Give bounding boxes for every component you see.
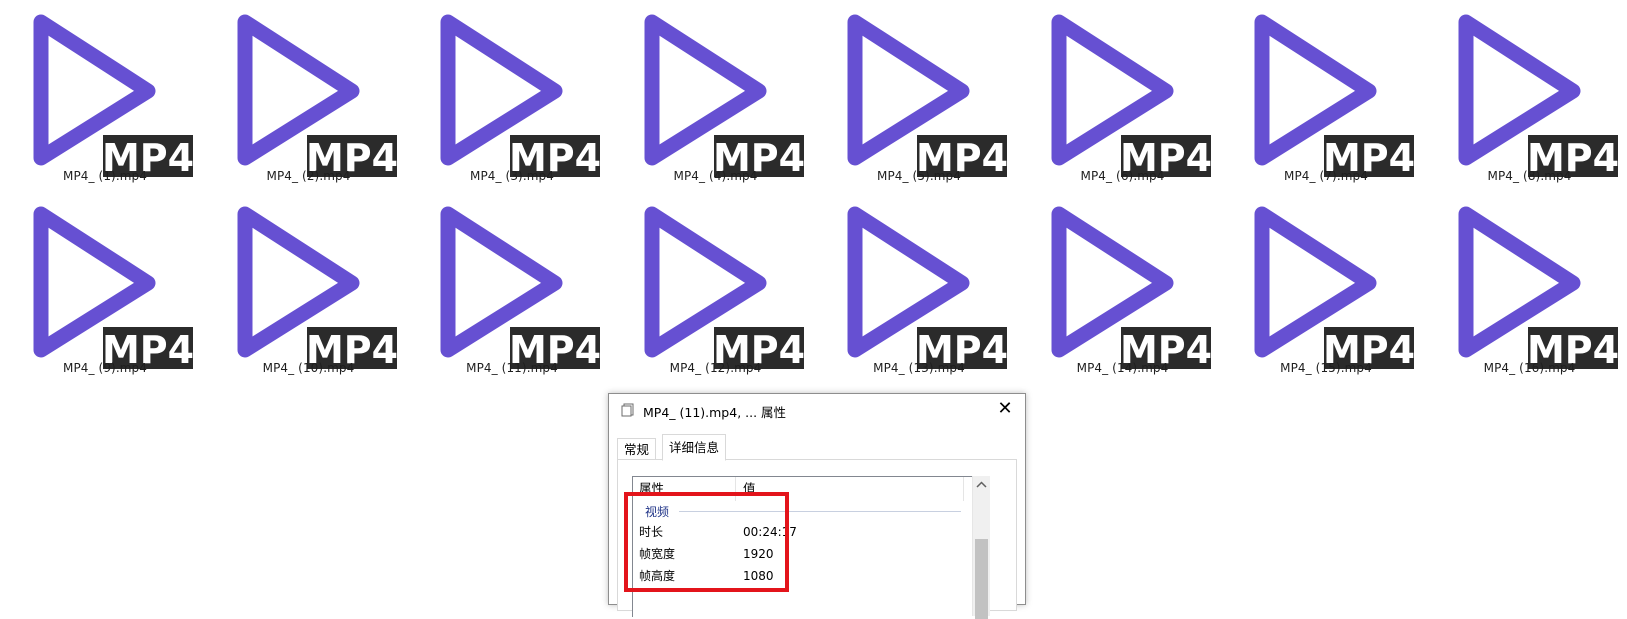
property-key: 帧高度 <box>639 565 675 587</box>
property-key: 帧宽度 <box>639 543 675 565</box>
file-name-label: MP4_ (1).mp4 <box>5 169 205 183</box>
property-row[interactable]: 帧高度 1080 <box>633 565 973 587</box>
file-name-label: MP4_ (3).mp4 <box>412 169 612 183</box>
file-item[interactable]: MP4MP4_ (9).mp4 <box>5 192 205 382</box>
close-button[interactable]: ✕ <box>985 394 1025 424</box>
file-name-label: MP4_ (4).mp4 <box>616 169 816 183</box>
file-item[interactable]: MP4MP4_ (16).mp4 <box>1430 192 1627 382</box>
vertical-scrollbar[interactable] <box>972 476 990 616</box>
play-triangle-icon: MP4 <box>5 192 205 372</box>
file-item[interactable]: MP4MP4_ (12).mp4 <box>616 192 816 382</box>
file-name-label: MP4_ (16).mp4 <box>1430 361 1627 375</box>
play-triangle-icon: MP4 <box>209 192 409 372</box>
chevron-up-icon[interactable] <box>976 480 987 490</box>
property-value: 1080 <box>743 565 774 587</box>
file-item[interactable]: MP4MP4_ (11).mp4 <box>412 192 612 382</box>
dialog-title: MP4_ (11).mp4, ... 属性 <box>643 402 786 421</box>
play-triangle-icon: MP4 <box>616 192 816 372</box>
file-item[interactable]: MP4MP4_ (3).mp4 <box>412 0 612 190</box>
file-item[interactable]: MP4MP4_ (13).mp4 <box>819 192 1019 382</box>
file-item[interactable]: MP4MP4_ (2).mp4 <box>209 0 409 190</box>
play-triangle-icon: MP4 <box>1226 192 1426 372</box>
file-name-label: MP4_ (10).mp4 <box>209 361 409 375</box>
file-name-label: MP4_ (5).mp4 <box>819 169 1019 183</box>
column-header-value[interactable]: 值 <box>743 477 964 501</box>
file-name-label: MP4_ (14).mp4 <box>1023 361 1223 375</box>
file-item[interactable]: MP4MP4_ (8).mp4 <box>1430 0 1627 190</box>
details-panel: 属性 值 视频 时长 00:24:17 帧宽度 1920 帧高度 1080 <box>617 459 1017 611</box>
group-divider <box>679 511 961 512</box>
file-name-label: MP4_ (15).mp4 <box>1226 361 1426 375</box>
file-item[interactable]: MP4MP4_ (7).mp4 <box>1226 0 1426 190</box>
file-name-label: MP4_ (13).mp4 <box>819 361 1019 375</box>
file-item[interactable]: MP4MP4_ (15).mp4 <box>1226 192 1426 382</box>
file-name-label: MP4_ (11).mp4 <box>412 361 612 375</box>
play-triangle-icon: MP4 <box>209 0 409 180</box>
property-list[interactable]: 属性 值 视频 时长 00:24:17 帧宽度 1920 帧高度 1080 <box>632 476 973 617</box>
property-value: 00:24:17 <box>743 521 797 543</box>
file-item[interactable]: MP4MP4_ (14).mp4 <box>1023 192 1223 382</box>
file-name-label: MP4_ (6).mp4 <box>1023 169 1223 183</box>
play-triangle-icon: MP4 <box>819 192 1019 372</box>
play-triangle-icon: MP4 <box>412 0 612 180</box>
play-triangle-icon: MP4 <box>1226 0 1426 180</box>
tab-details[interactable]: 详细信息 <box>662 434 726 461</box>
file-name-label: MP4_ (7).mp4 <box>1226 169 1426 183</box>
property-value: 1920 <box>743 543 774 565</box>
property-row[interactable]: 时长 00:24:17 <box>633 521 973 543</box>
file-item[interactable]: MP4MP4_ (6).mp4 <box>1023 0 1223 190</box>
property-row[interactable]: 帧宽度 1920 <box>633 543 973 565</box>
play-triangle-icon: MP4 <box>1430 0 1627 180</box>
file-properties-icon <box>621 403 635 417</box>
play-triangle-icon: MP4 <box>5 0 205 180</box>
play-triangle-icon: MP4 <box>1430 192 1627 372</box>
tab-general[interactable]: 常规 <box>617 438 656 460</box>
group-label-video: 视频 <box>645 503 669 520</box>
property-key: 时长 <box>639 521 663 543</box>
file-item[interactable]: MP4MP4_ (10).mp4 <box>209 192 409 382</box>
properties-dialog: MP4_ (11).mp4, ... 属性 ✕ 常规 详细信息 属性 值 视频 … <box>608 393 1026 605</box>
file-item[interactable]: MP4MP4_ (1).mp4 <box>5 0 205 190</box>
dialog-tabs: 常规 详细信息 <box>617 434 1017 460</box>
file-grid: MP4MP4_ (1).mp4MP4MP4_ (2).mp4MP4MP4_ (3… <box>0 0 1627 380</box>
play-triangle-icon: MP4 <box>1023 0 1223 180</box>
file-name-label: MP4_ (8).mp4 <box>1430 169 1627 183</box>
column-header-property[interactable]: 属性 <box>639 477 736 501</box>
file-item[interactable]: MP4MP4_ (4).mp4 <box>616 0 816 190</box>
file-item[interactable]: MP4MP4_ (5).mp4 <box>819 0 1019 190</box>
play-triangle-icon: MP4 <box>412 192 612 372</box>
play-triangle-icon: MP4 <box>1023 192 1223 372</box>
file-name-label: MP4_ (2).mp4 <box>209 169 409 183</box>
scrollbar-thumb[interactable] <box>975 539 988 619</box>
dialog-titlebar[interactable]: MP4_ (11).mp4, ... 属性 ✕ <box>609 394 1025 426</box>
file-name-label: MP4_ (12).mp4 <box>616 361 816 375</box>
play-triangle-icon: MP4 <box>616 0 816 180</box>
file-name-label: MP4_ (9).mp4 <box>5 361 205 375</box>
play-triangle-icon: MP4 <box>819 0 1019 180</box>
